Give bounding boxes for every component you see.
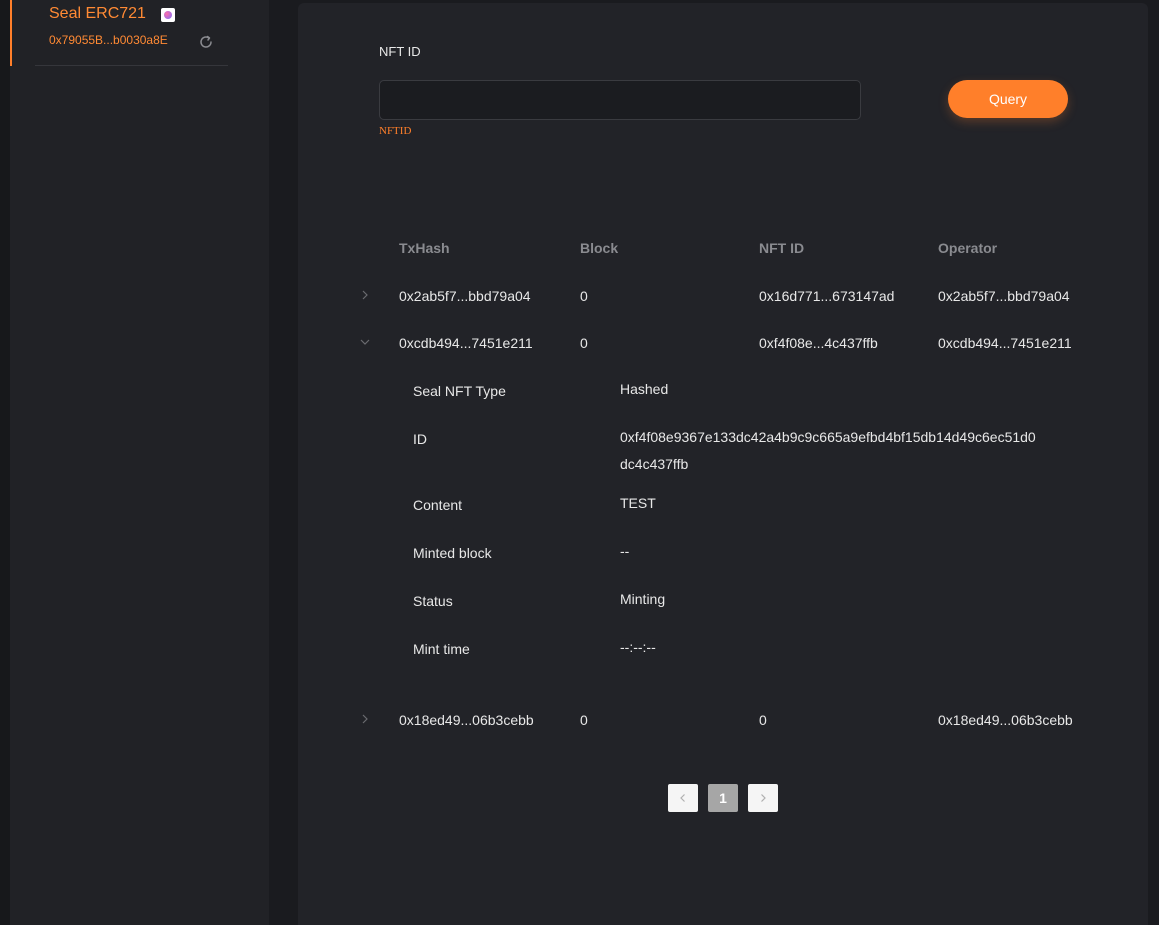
row-nft-id: 0xf4f08e...4c437ffb bbox=[759, 335, 878, 351]
page-button-current[interactable]: 1 bbox=[708, 784, 738, 812]
chevron-right-icon bbox=[761, 794, 766, 802]
detail-label-content: Content bbox=[413, 497, 463, 513]
row-operator: 0x18ed49...06b3cebb bbox=[938, 712, 1073, 728]
row-nft-id: 0x16d771...673147ad bbox=[759, 288, 895, 304]
query-button[interactable]: Query bbox=[948, 80, 1068, 118]
detail-value-mint-time: --:--:-- bbox=[620, 639, 656, 655]
detail-value-minted-block: -- bbox=[620, 543, 630, 559]
row-nft-id: 0 bbox=[759, 712, 767, 728]
detail-label-type: Seal NFT Type bbox=[413, 383, 506, 399]
chevron-right-icon[interactable] bbox=[359, 289, 371, 301]
header-operator: Operator bbox=[938, 240, 998, 256]
window-edge bbox=[0, 0, 10, 925]
chevron-down-icon[interactable] bbox=[359, 336, 371, 348]
row-block: 0 bbox=[580, 712, 588, 728]
row-operator: 0x2ab5f7...bbd79a04 bbox=[938, 288, 1070, 304]
detail-value-content: TEST bbox=[620, 495, 656, 511]
nft-id-label: NFT ID bbox=[379, 44, 421, 59]
nft-id-input[interactable] bbox=[379, 80, 861, 120]
row-block: 0 bbox=[580, 335, 588, 351]
next-page-button[interactable] bbox=[748, 784, 778, 812]
row-operator: 0xcdb494...7451e211 bbox=[938, 335, 1072, 351]
detail-value-status: Minting bbox=[620, 591, 666, 607]
nft-id-error: NFTID bbox=[379, 125, 412, 137]
header-txhash: TxHash bbox=[399, 240, 450, 256]
row-txhash[interactable]: 0x2ab5f7...bbd79a04 bbox=[399, 288, 531, 304]
row-txhash[interactable]: 0xcdb494...7451e211 bbox=[399, 335, 533, 351]
prev-page-button[interactable] bbox=[668, 784, 698, 812]
sidebar-item-seal-erc721[interactable]: Seal ERC721 0x79055B...b0030a8E bbox=[10, 0, 269, 66]
header-block: Block bbox=[580, 240, 619, 256]
contract-address: 0x79055B...b0030a8E bbox=[49, 33, 168, 47]
row-block: 0 bbox=[580, 288, 588, 304]
chevron-right-icon[interactable] bbox=[359, 713, 371, 725]
nft-badge-icon bbox=[161, 8, 175, 22]
contract-name: Seal ERC721 bbox=[49, 5, 146, 22]
detail-label-id: ID bbox=[413, 431, 427, 447]
detail-value-type: Hashed bbox=[620, 381, 669, 397]
refresh-icon[interactable] bbox=[198, 34, 214, 50]
detail-label-minted-block: Minted block bbox=[413, 545, 492, 561]
sidebar-divider bbox=[35, 65, 228, 66]
detail-label-mint-time: Mint time bbox=[413, 641, 470, 657]
detail-value-id: 0xf4f08e9367e133dc42a4b9c9c665a9efbd4bf1… bbox=[620, 429, 1036, 472]
header-nft-id: NFT ID bbox=[759, 240, 805, 256]
main-panel: NFT ID NFTID Query TxHash Block NFT ID O… bbox=[298, 3, 1148, 925]
detail-label-status: Status bbox=[413, 593, 453, 609]
row-txhash[interactable]: 0x18ed49...06b3cebb bbox=[399, 712, 534, 728]
sidebar: Seal ERC721 0x79055B...b0030a8E bbox=[10, 0, 269, 925]
chevron-left-icon bbox=[680, 794, 685, 802]
